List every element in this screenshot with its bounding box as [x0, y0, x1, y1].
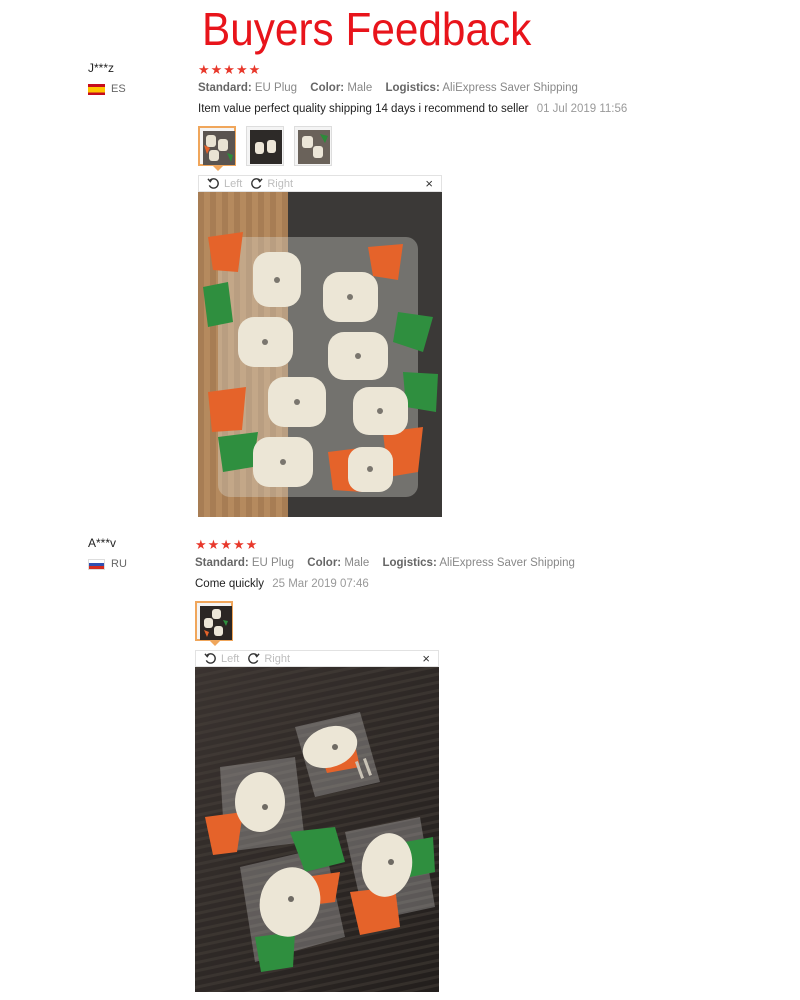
comment-text: Item value perfect quality shipping 14 d…	[198, 103, 529, 115]
rotate-left-button[interactable]: Left	[207, 177, 242, 190]
rotate-right-button[interactable]: Right	[247, 652, 290, 665]
image-viewer-toolbar: Left Right ×	[195, 650, 439, 667]
rotate-left-label: Left	[224, 177, 243, 190]
rotate-right-button[interactable]: Right	[250, 177, 293, 190]
order-details: Standard: EU Plug Color: Male Logistics:…	[198, 82, 588, 94]
photo-thumbnails	[198, 126, 332, 171]
star-rating: ★★★★★	[198, 62, 262, 77]
reviewer-country: RU	[88, 558, 127, 570]
photo-thumbnail[interactable]	[294, 126, 332, 166]
review-date: 01 Jul 2019 11:56	[536, 103, 628, 115]
russia-flag-icon	[88, 558, 105, 570]
color-label: Color:	[307, 557, 342, 569]
review-date: 25 Mar 2019 07:46	[272, 578, 369, 590]
color-value: Male	[344, 557, 370, 569]
rotate-right-icon	[251, 178, 263, 189]
rotate-left-icon	[207, 178, 219, 189]
rotate-right-label: Right	[264, 652, 291, 665]
order-details: Standard: EU Plug Color: Male Logistics:…	[195, 557, 585, 569]
page-title: Buyers Feedback	[202, 3, 532, 55]
standard-value: EU Plug	[254, 82, 298, 94]
close-icon[interactable]: ×	[425, 176, 433, 191]
comment-text: Come quickly	[195, 578, 265, 590]
reviewer-name: J***z	[88, 61, 115, 75]
color-label: Color:	[310, 82, 345, 94]
country-code: RU	[111, 558, 127, 570]
review-comment: Item value perfect quality shipping 14 d…	[198, 103, 627, 115]
logistics-value: AliExpress Saver Shipping	[442, 82, 578, 94]
rotate-left-button[interactable]: Left	[204, 652, 239, 665]
country-code: ES	[111, 83, 126, 95]
star-rating: ★★★★★	[195, 537, 259, 552]
image-viewer-toolbar: Left Right ×	[198, 175, 442, 192]
logistics-value: AliExpress Saver Shipping	[439, 557, 575, 569]
photo-thumbnails	[195, 601, 233, 646]
spain-flag-icon	[88, 83, 105, 95]
close-icon[interactable]: ×	[422, 651, 430, 666]
rotate-left-icon	[204, 653, 216, 664]
logistics-label: Logistics:	[385, 82, 440, 94]
standard-label: Standard:	[198, 82, 252, 94]
reviewer-country: ES	[88, 83, 126, 95]
standard-label: Standard:	[195, 557, 249, 569]
color-value: Male	[347, 82, 373, 94]
rotate-right-icon	[248, 653, 260, 664]
photo-thumbnail[interactable]	[246, 126, 284, 166]
logistics-label: Logistics:	[382, 557, 437, 569]
review-photo	[198, 192, 442, 517]
photo-thumbnail[interactable]	[195, 601, 233, 646]
photo-thumbnail[interactable]	[198, 126, 236, 171]
rotate-left-label: Left	[221, 652, 240, 665]
review-comment: Come quickly 25 Mar 2019 07:46	[195, 578, 369, 590]
reviewer-name: A***v	[88, 536, 117, 550]
review-photo	[195, 667, 439, 992]
standard-value: EU Plug	[251, 557, 295, 569]
rotate-right-label: Right	[267, 177, 294, 190]
